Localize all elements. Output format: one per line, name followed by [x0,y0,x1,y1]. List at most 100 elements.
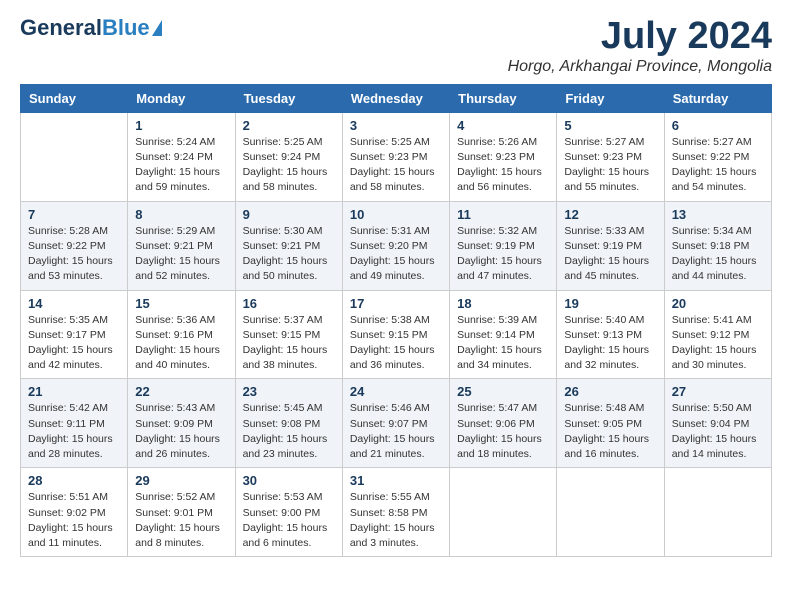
calendar-cell: 14 Sunrise: 5:35 AMSunset: 9:17 PMDayligh… [21,290,128,379]
logo-triangle-icon [152,20,162,36]
cell-date-number: 1 [135,118,227,133]
cell-info-text: Sunrise: 5:51 AMSunset: 9:02 PMDaylight:… [28,490,120,551]
cell-info-text: Sunrise: 5:53 AMSunset: 9:00 PMDaylight:… [243,490,335,551]
cell-date-number: 26 [564,384,656,399]
calendar-cell: 31 Sunrise: 5:55 AMSunset: 8:58 PMDayligh… [342,468,449,557]
calendar-cell: 11Sunrise: 5:32 AMSunset: 9:19 PMDayligh… [450,201,557,290]
calendar-cell: 3Sunrise: 5:25 AMSunset: 9:23 PMDaylight… [342,112,449,201]
cell-date-number: 11 [457,207,549,222]
calendar-week-row: 7Sunrise: 5:28 AMSunset: 9:22 PMDaylight… [21,201,772,290]
calendar-cell [664,468,771,557]
cell-info-text: Sunrise: 5:50 AMSunset: 9:04 PMDaylight:… [672,401,764,462]
calendar-cell: 13 Sunrise: 5:34 AMSunset: 9:18 PMDayligh… [664,201,771,290]
calendar-cell [21,112,128,201]
calendar-cell: 22Sunrise: 5:43 AMSunset: 9:09 PMDayligh… [128,379,235,468]
cell-date-number: 20 [672,296,764,311]
cell-info-text: Sunrise: 5:46 AMSunset: 9:07 PMDaylight:… [350,401,442,462]
calendar-table: SundayMondayTuesdayWednesdayThursdayFrid… [20,84,772,557]
cell-info-text: Sunrise: 5:40 AMSunset: 9:13 PMDaylight:… [564,313,656,374]
cell-date-number: 6 [672,118,764,133]
title-area: July 2024 Horgo, Arkhangai Province, Mon… [508,16,772,76]
cell-date-number: 14 [28,296,120,311]
calendar-week-row: 28Sunrise: 5:51 AMSunset: 9:02 PMDayligh… [21,468,772,557]
cell-date-number: 13 [672,207,764,222]
logo: GeneralBlue [20,16,162,40]
cell-date-number: 29 [135,473,227,488]
calendar-cell: 4 Sunrise: 5:26 AMSunset: 9:23 PMDaylight… [450,112,557,201]
cell-date-number: 5 [564,118,656,133]
calendar-cell: 27 Sunrise: 5:50 AMSunset: 9:04 PMDayligh… [664,379,771,468]
calendar-cell: 2 Sunrise: 5:25 AMSunset: 9:24 PMDaylight… [235,112,342,201]
cell-date-number: 4 [457,118,549,133]
calendar-cell: 20 Sunrise: 5:41 AMSunset: 9:12 PMDayligh… [664,290,771,379]
calendar-cell: 6 Sunrise: 5:27 AMSunset: 9:22 PMDaylight… [664,112,771,201]
cell-info-text: Sunrise: 5:26 AMSunset: 9:23 PMDaylight:… [457,135,549,196]
calendar-cell: 9 Sunrise: 5:30 AMSunset: 9:21 PMDaylight… [235,201,342,290]
cell-info-text: Sunrise: 5:34 AMSunset: 9:18 PMDaylight:… [672,224,764,285]
cell-info-text: Sunrise: 5:41 AMSunset: 9:12 PMDaylight:… [672,313,764,374]
weekday-header-wednesday: Wednesday [342,84,449,112]
cell-date-number: 23 [243,384,335,399]
calendar-cell: 25 Sunrise: 5:47 AMSunset: 9:06 PMDayligh… [450,379,557,468]
cell-date-number: 8 [135,207,227,222]
cell-info-text: Sunrise: 5:31 AMSunset: 9:20 PMDaylight:… [350,224,442,285]
weekday-header-saturday: Saturday [664,84,771,112]
calendar-cell: 15Sunrise: 5:36 AMSunset: 9:16 PMDayligh… [128,290,235,379]
cell-info-text: Sunrise: 5:29 AMSunset: 9:21 PMDaylight:… [135,224,227,285]
cell-info-text: Sunrise: 5:25 AMSunset: 9:24 PMDaylight:… [243,135,335,196]
cell-info-text: Sunrise: 5:47 AMSunset: 9:06 PMDaylight:… [457,401,549,462]
calendar-cell: 1 Sunrise: 5:24 AMSunset: 9:24 PMDaylight… [128,112,235,201]
calendar-cell: 7Sunrise: 5:28 AMSunset: 9:22 PMDaylight… [21,201,128,290]
cell-info-text: Sunrise: 5:48 AMSunset: 9:05 PMDaylight:… [564,401,656,462]
header: GeneralBlue July 2024 Horgo, Arkhangai P… [20,16,772,76]
cell-info-text: Sunrise: 5:37 AMSunset: 9:15 PMDaylight:… [243,313,335,374]
cell-info-text: Sunrise: 5:35 AMSunset: 9:17 PMDaylight:… [28,313,120,374]
weekday-header-friday: Friday [557,84,664,112]
cell-info-text: Sunrise: 5:52 AMSunset: 9:01 PMDaylight:… [135,490,227,551]
cell-date-number: 16 [243,296,335,311]
cell-date-number: 10 [350,207,442,222]
calendar-cell: 16 Sunrise: 5:37 AMSunset: 9:15 PMDayligh… [235,290,342,379]
cell-info-text: Sunrise: 5:27 AMSunset: 9:22 PMDaylight:… [672,135,764,196]
calendar-cell: 5Sunrise: 5:27 AMSunset: 9:23 PMDaylight… [557,112,664,201]
calendar-cell: 10 Sunrise: 5:31 AMSunset: 9:20 PMDayligh… [342,201,449,290]
calendar-week-row: 14 Sunrise: 5:35 AMSunset: 9:17 PMDayligh… [21,290,772,379]
cell-date-number: 25 [457,384,549,399]
cell-date-number: 24 [350,384,442,399]
cell-info-text: Sunrise: 5:33 AMSunset: 9:19 PMDaylight:… [564,224,656,285]
calendar-cell [450,468,557,557]
cell-info-text: Sunrise: 5:30 AMSunset: 9:21 PMDaylight:… [243,224,335,285]
weekday-header-tuesday: Tuesday [235,84,342,112]
calendar-cell: 23 Sunrise: 5:45 AMSunset: 9:08 PMDayligh… [235,379,342,468]
calendar-cell [557,468,664,557]
cell-info-text: Sunrise: 5:38 AMSunset: 9:15 PMDaylight:… [350,313,442,374]
weekday-header-row: SundayMondayTuesdayWednesdayThursdayFrid… [21,84,772,112]
cell-date-number: 21 [28,384,120,399]
cell-info-text: Sunrise: 5:39 AMSunset: 9:14 PMDaylight:… [457,313,549,374]
month-title: July 2024 [508,16,772,58]
cell-date-number: 19 [564,296,656,311]
calendar-cell: 26 Sunrise: 5:48 AMSunset: 9:05 PMDayligh… [557,379,664,468]
calendar-week-row: 21 Sunrise: 5:42 AMSunset: 9:11 PMDayligh… [21,379,772,468]
cell-date-number: 22 [135,384,227,399]
calendar-cell: 30Sunrise: 5:53 AMSunset: 9:00 PMDayligh… [235,468,342,557]
weekday-header-sunday: Sunday [21,84,128,112]
cell-date-number: 9 [243,207,335,222]
calendar-cell: 29 Sunrise: 5:52 AMSunset: 9:01 PMDayligh… [128,468,235,557]
cell-info-text: Sunrise: 5:24 AMSunset: 9:24 PMDaylight:… [135,135,227,196]
cell-date-number: 17 [350,296,442,311]
calendar-cell: 21 Sunrise: 5:42 AMSunset: 9:11 PMDayligh… [21,379,128,468]
cell-date-number: 15 [135,296,227,311]
cell-info-text: Sunrise: 5:55 AMSunset: 8:58 PMDaylight:… [350,490,442,551]
cell-date-number: 7 [28,207,120,222]
cell-info-text: Sunrise: 5:45 AMSunset: 9:08 PMDaylight:… [243,401,335,462]
cell-info-text: Sunrise: 5:42 AMSunset: 9:11 PMDaylight:… [28,401,120,462]
cell-date-number: 18 [457,296,549,311]
calendar-cell: 12Sunrise: 5:33 AMSunset: 9:19 PMDayligh… [557,201,664,290]
cell-date-number: 27 [672,384,764,399]
calendar-cell: 17 Sunrise: 5:38 AMSunset: 9:15 PMDayligh… [342,290,449,379]
cell-date-number: 2 [243,118,335,133]
cell-date-number: 3 [350,118,442,133]
cell-date-number: 31 [350,473,442,488]
weekday-header-monday: Monday [128,84,235,112]
